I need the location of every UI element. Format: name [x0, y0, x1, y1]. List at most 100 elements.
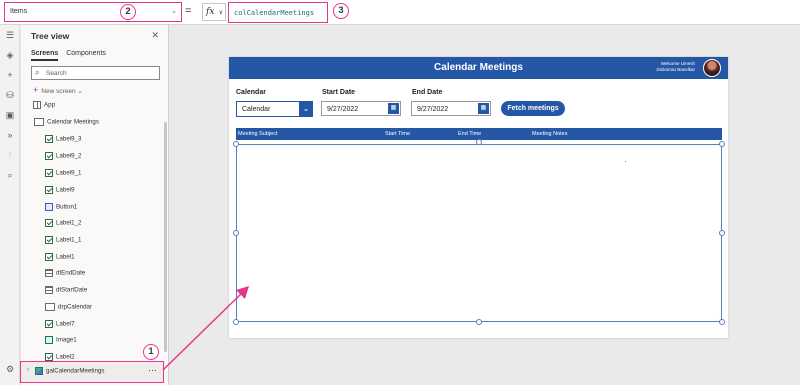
calendar-icon[interactable]: ▦	[478, 103, 489, 114]
calendar-icon[interactable]: ▦	[388, 103, 399, 114]
tree-item-label: App	[44, 101, 56, 109]
tree-item[interactable]: Label9	[45, 186, 75, 198]
resize-handle[interactable]	[233, 230, 239, 236]
column-meeting-notes: Meeting Notes	[532, 131, 568, 137]
resize-handle[interactable]	[719, 141, 725, 147]
expand-chevron-icon[interactable]: ›	[27, 367, 29, 373]
grid-control-icon	[45, 269, 53, 277]
property-dropdown[interactable]: Items ⌄	[4, 2, 182, 22]
tree-item[interactable]: dtEndDate	[45, 269, 85, 281]
tree-item[interactable]: Label9_1	[45, 169, 81, 181]
annotation-badge-1: 1	[143, 344, 159, 360]
resize-handle[interactable]	[233, 141, 239, 147]
media-icon[interactable]: ▣	[4, 109, 16, 121]
chevron-down-icon: ⌄	[77, 88, 83, 95]
tree-item-label: Label9_2	[56, 152, 82, 160]
tree-item-label: Image1	[56, 336, 77, 344]
column-meeting-subject: Meeting Subject	[238, 131, 278, 137]
more-options-icon[interactable]: ···	[148, 365, 157, 375]
fx-chevron-icon: ∨	[218, 9, 223, 16]
start-date-value: 9/27/2022	[327, 106, 359, 113]
chk-control-icon	[45, 236, 53, 244]
tree-item-label: dtStartDate	[56, 286, 88, 294]
welcome-text: Welcome Umesh Dinkarrao Banelkar	[656, 61, 695, 73]
chk-control-icon	[45, 186, 53, 194]
app-header: Calendar Meetings Welcome Umesh Dinkarra…	[229, 57, 728, 79]
hamburger-icon[interactable]: ☰	[4, 29, 16, 41]
chevron-down-icon: ⌄	[299, 101, 313, 117]
search-icon: ⌕	[35, 68, 40, 77]
tree-item-label: Label9	[56, 186, 75, 194]
equals-sign: =	[185, 5, 192, 17]
search-icon[interactable]: ⌕	[4, 169, 16, 181]
close-icon[interactable]: ✕	[151, 30, 159, 41]
avatar	[703, 59, 721, 77]
tree-item-label: Label1	[56, 253, 75, 261]
app-control-icon	[33, 101, 41, 109]
fx-button[interactable]: fx ∨	[202, 3, 226, 21]
tree-item-label: drpCalendar	[58, 303, 93, 311]
chk-control-icon	[45, 253, 53, 261]
resize-handle[interactable]	[719, 230, 725, 236]
tree-item-label: Label1_2	[56, 219, 82, 227]
tree-item[interactable]: Label9_2	[45, 152, 81, 164]
tree-item[interactable]: dtStartDate	[45, 286, 87, 298]
end-date-label: End Date	[412, 89, 443, 96]
resize-handle[interactable]	[476, 139, 482, 145]
tree-item-label: Label1_1	[56, 236, 82, 244]
app-canvas: Calendar Meetings Welcome Umesh Dinkarra…	[229, 57, 728, 338]
layers-icon[interactable]: ◈	[4, 49, 16, 61]
tree-item[interactable]: Image1	[45, 336, 77, 348]
column-end-time: End Time	[458, 131, 482, 137]
calendar-meetings-gallery[interactable]	[236, 144, 722, 322]
chk-control-icon	[45, 169, 53, 177]
new-screen-button[interactable]: + New screen ⌄	[33, 85, 83, 95]
tree-view-title: Tree view	[31, 31, 70, 41]
tree-item[interactable]: Label1_1	[45, 236, 81, 248]
resize-handle[interactable]	[476, 319, 482, 325]
tree-item[interactable]: Label1_2	[45, 219, 81, 231]
tree-item[interactable]: Button1	[45, 203, 77, 215]
fetch-meetings-button[interactable]: Fetch meetings	[501, 101, 565, 116]
tree-scrollbar[interactable]	[164, 122, 167, 352]
chevron-down-icon: ⌄	[171, 8, 177, 15]
calendar-label: Calendar	[236, 89, 266, 96]
tree-view-panel: Tree view ✕ Screens Components ⌕ Search …	[21, 25, 169, 385]
plus-icon: +	[33, 85, 39, 95]
tree-item[interactable]: Label9_3	[45, 135, 81, 147]
add-icon[interactable]: +	[4, 69, 16, 81]
tree-search-input[interactable]: ⌕ Search	[31, 66, 160, 80]
resize-handle[interactable]	[719, 319, 725, 325]
tree-item[interactable]: Calendar Meetings	[34, 118, 99, 130]
tree-item-gallery-selected[interactable]: › galCalendarMeetings ···	[20, 361, 164, 383]
chk-control-icon	[45, 219, 53, 227]
tree-item[interactable]: Label1	[45, 253, 75, 265]
tree-item[interactable]: App	[33, 101, 55, 113]
formula-input-extension[interactable]	[328, 3, 796, 22]
fx-icon: fx	[206, 7, 215, 17]
grid-control-icon	[45, 286, 53, 294]
tab-components[interactable]: Components	[66, 50, 106, 59]
power-automate-icon[interactable]: »	[4, 129, 16, 141]
resize-handle[interactable]	[233, 319, 239, 325]
end-date-picker[interactable]: 9/27/2022 ▦	[411, 101, 491, 116]
app-title: Calendar Meetings	[434, 62, 523, 73]
annotation-badge-3: 3	[333, 3, 349, 19]
formula-input[interactable]: colCalendarMeetings	[228, 2, 328, 23]
tree-item[interactable]: drpCalendar	[45, 303, 92, 315]
left-rail: ☰ ◈ + ⛁ ▣ » ⫶ ⌕ ⚙	[0, 25, 20, 385]
gallery-dot	[625, 161, 626, 162]
formula-text: colCalendarMeetings	[234, 9, 315, 17]
chk-control-icon	[45, 353, 53, 361]
property-value: Items	[10, 8, 28, 15]
tree-item-label: Label2	[56, 353, 75, 361]
tree-item[interactable]: Label7	[45, 320, 75, 332]
chk-control-icon	[45, 135, 53, 143]
tab-screens[interactable]: Screens	[31, 50, 59, 61]
tree-item-label: Calendar Meetings	[47, 118, 99, 126]
variables-icon[interactable]: ⫶	[4, 149, 16, 161]
calendar-dropdown[interactable]: Calendar ⌄	[236, 101, 313, 117]
start-date-picker[interactable]: 9/27/2022 ▦	[321, 101, 401, 116]
settings-icon[interactable]: ⚙	[4, 363, 16, 375]
database-icon[interactable]: ⛁	[4, 89, 16, 101]
